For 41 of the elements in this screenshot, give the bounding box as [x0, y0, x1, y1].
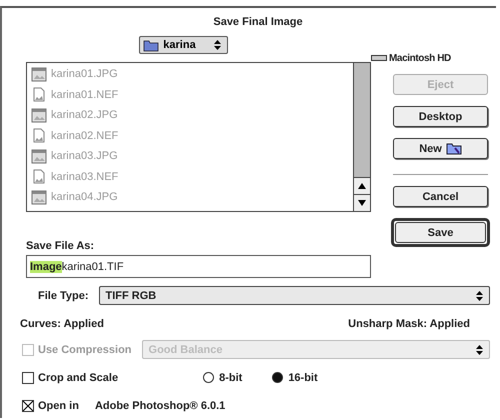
file-name: karina03.NEF	[51, 170, 118, 183]
image-file-icon	[31, 190, 47, 205]
crop-checkbox[interactable]: Crop and Scale	[22, 372, 118, 384]
file-name-field[interactable]: Imagekarina01.TIF	[26, 255, 371, 278]
updown-arrow-icon	[476, 344, 483, 354]
application-name: Adobe Photoshop® 6.0.1	[94, 400, 226, 412]
open-in-checkbox[interactable]: Open in	[22, 400, 79, 412]
image-file-icon	[31, 66, 47, 82]
file-name: karina02.JPG	[51, 109, 118, 122]
file-name: karina02.NEF	[51, 130, 118, 142]
updown-arrow-icon	[476, 290, 483, 300]
scroll-up-arrow-icon[interactable]	[358, 183, 366, 189]
folder-icon	[143, 38, 160, 52]
side-button[interactable]: Cancel	[393, 186, 488, 207]
new-folder-icon	[446, 142, 462, 155]
updown-arrow-icon	[214, 40, 221, 50]
document-icon	[31, 128, 47, 144]
status-text: Unsharp Mask: Applied	[348, 318, 470, 330]
file-name: karina01.JPG	[51, 68, 118, 80]
bit-depth-radio[interactable]: 8-bit	[203, 372, 242, 384]
hard-drive-icon	[371, 55, 387, 61]
file-name: karina04.JPG	[51, 191, 118, 204]
volume-name: Macintosh HD	[389, 52, 451, 64]
side-button[interactable]: New	[393, 138, 488, 159]
scroll-down-arrow-icon[interactable]	[358, 200, 366, 206]
status-text: Curves: Applied	[20, 318, 104, 330]
folder-popup[interactable]: karina	[139, 36, 228, 54]
dialog-title: Save Final Image	[212, 15, 304, 30]
file-type-label: File Type:	[38, 290, 89, 302]
scrollbar[interactable]	[353, 63, 370, 211]
bit-depth-radio[interactable]: 16-bit	[272, 372, 318, 384]
side-button[interactable]: Desktop	[393, 106, 488, 127]
image-file-icon	[31, 148, 47, 164]
save-as-label: Save File As:	[26, 239, 96, 254]
document-icon	[31, 87, 47, 102]
file-name: karina03.JPG	[51, 150, 118, 162]
document-icon	[31, 169, 47, 184]
image-file-icon	[31, 108, 47, 123]
file-type-popup[interactable]: TIFF RGB	[98, 286, 490, 305]
file-name: karina01.NEF	[51, 88, 118, 101]
save-button[interactable]: Save	[391, 218, 490, 247]
